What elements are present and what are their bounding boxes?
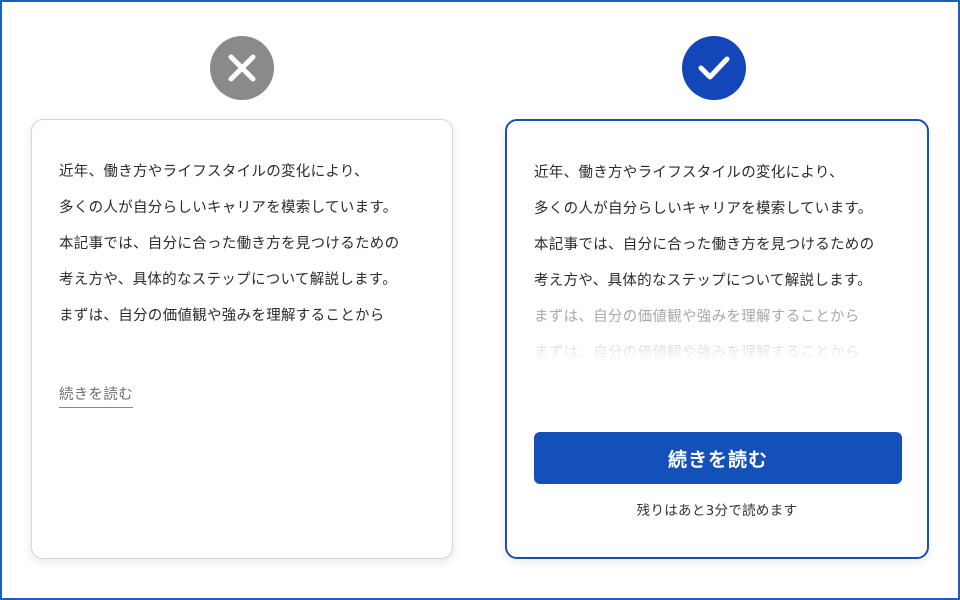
article-excerpt: 近年、働き方やライフスタイルの変化により、 多くの人が自分らしいキャリアを模索し… xyxy=(59,160,439,340)
excerpt-line: 多くの人が自分らしいキャリアを模索しています。 xyxy=(534,201,873,217)
good-example-card: 近年、働き方やライフスタイルの変化により、 多くの人が自分らしいキャリアを模索し… xyxy=(505,119,929,559)
article-excerpt: 近年、働き方やライフスタイルの変化により、 多くの人が自分らしいキャリアを模索し… xyxy=(534,161,914,361)
excerpt-line: 考え方や、具体的なステップについて解説します。 xyxy=(534,273,873,289)
close-icon xyxy=(228,54,256,82)
check-icon xyxy=(698,56,730,80)
excerpt-line-faded: まずは、自分の価値観や強みを理解することから xyxy=(534,341,914,361)
excerpt-line: 近年、働き方やライフスタイルの変化により、 xyxy=(59,164,369,180)
excerpt-line: まずは、自分の価値観や強みを理解することから xyxy=(59,308,385,324)
read-more-button[interactable]: 続きを読む xyxy=(534,432,902,484)
excerpt-line: 本記事では、自分に合った働き方を見つけるための xyxy=(59,236,400,252)
read-more-link[interactable]: 続きを読む xyxy=(59,383,133,408)
reading-time-note: 残りはあと3分で読めます xyxy=(636,503,798,519)
excerpt-line-fading: まずは、自分の価値観や強みを理解することから xyxy=(534,309,860,325)
excerpt-line: 多くの人が自分らしいキャリアを模索しています。 xyxy=(59,200,398,216)
bad-example-badge xyxy=(210,36,274,100)
excerpt-line: 本記事では、自分に合った働き方を見つけるための xyxy=(534,237,875,253)
good-example-badge xyxy=(682,36,746,100)
bad-example-card: 近年、働き方やライフスタイルの変化により、 多くの人が自分らしいキャリアを模索し… xyxy=(31,119,453,559)
excerpt-line: 近年、働き方やライフスタイルの変化により、 xyxy=(534,165,844,181)
excerpt-line: 考え方や、具体的なステップについて解説します。 xyxy=(59,272,398,288)
